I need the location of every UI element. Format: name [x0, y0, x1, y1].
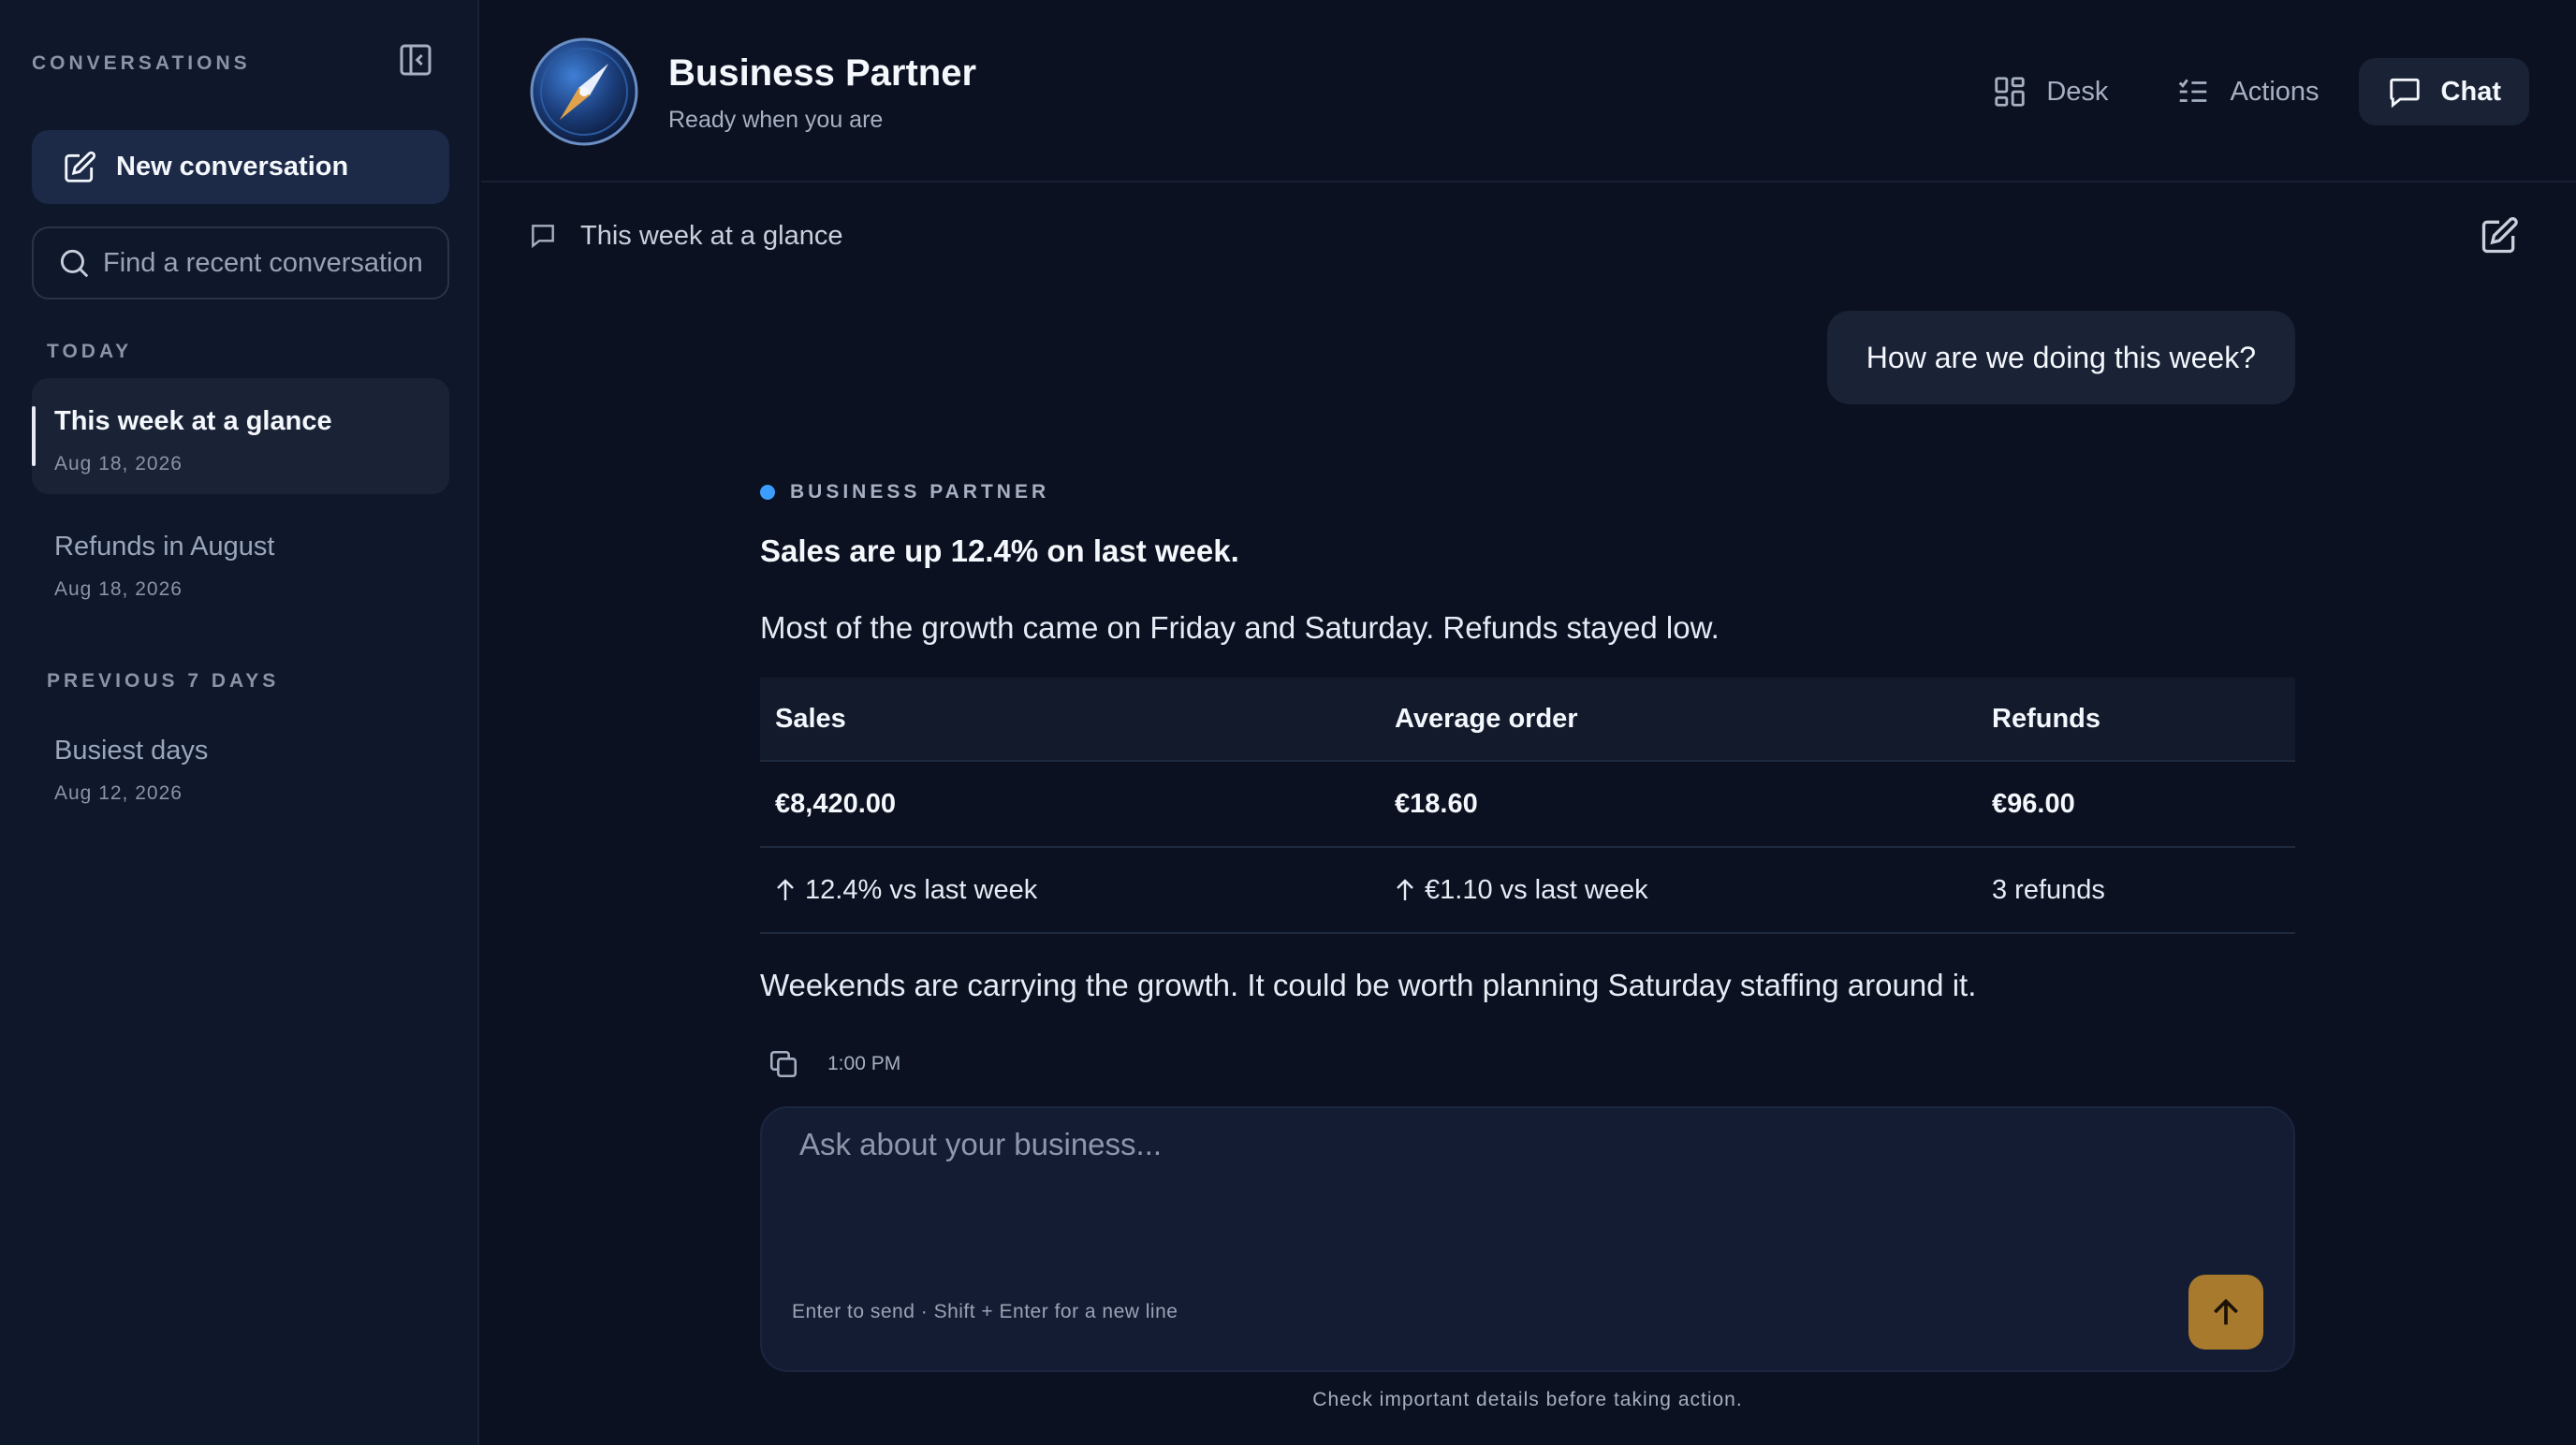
nav-desk-button[interactable]: Desk: [1964, 58, 2136, 125]
sidebar: CONVERSATIONS New conversation Find a re…: [0, 0, 479, 1445]
send-button[interactable]: [2188, 1275, 2263, 1350]
new-conversation-button[interactable]: New conversation: [32, 130, 449, 204]
grid-icon: [1995, 77, 2026, 107]
assistant-reply: BUSINESS PARTNER Sales are up 12.4% on l…: [760, 475, 2295, 1078]
group-label-previous-7-days: PREVIOUS 7 DAYS: [47, 670, 280, 692]
table-cell: €1.10 vs last week: [1395, 848, 1648, 932]
new-conversation-label: New conversation: [116, 152, 349, 182]
nav-chat-label: Chat: [2440, 76, 2501, 107]
arrow-up-icon: [1397, 879, 1413, 900]
message-composer: Enter to send · Shift + Enter for a new …: [760, 1106, 2295, 1372]
conversation-item-title: Refunds in August: [54, 532, 275, 562]
conversation-item-refunds[interactable]: Refunds in August Aug 18, 2026: [32, 504, 449, 620]
table-row: 12.4% vs last week €1.10 vs last week 3 …: [760, 848, 2295, 934]
message-icon: [532, 225, 554, 249]
app-subtitle: Ready when you are: [668, 107, 884, 133]
sidebar-collapse-icon: [400, 44, 432, 76]
conversation-item-title: Busiest days: [54, 736, 209, 766]
conversation-item-busiest-days[interactable]: Busiest days Aug 12, 2026: [32, 708, 449, 824]
metrics-table: Sales Average order Refunds €8,420.00 €1…: [760, 678, 2295, 934]
table-cell: €8,420.00: [775, 788, 897, 819]
table-header-cell: Average order: [1395, 703, 1578, 734]
app-root: CONVERSATIONS New conversation Find a re…: [0, 0, 2576, 1445]
reply-closing: Weekends are carrying the growth. It cou…: [760, 968, 1977, 1002]
reply-author-label: BUSINESS PARTNER: [790, 481, 1050, 503]
user-message-text: How are we doing this week?: [1866, 340, 2256, 374]
reply-headline: Sales are up 12.4% on last week.: [760, 533, 1239, 568]
collapse-sidebar-button[interactable]: [397, 41, 434, 79]
user-message-bubble: How are we doing this week?: [1826, 311, 2295, 404]
compass-icon: [530, 37, 638, 146]
search-input[interactable]: [103, 247, 449, 279]
edit-conversation-button[interactable]: [2479, 215, 2520, 256]
top-nav: Desk Actions Chat: [1953, 58, 2529, 125]
conversation-item-date: Aug 18, 2026: [54, 578, 183, 600]
table-cell: 12.4% vs last week: [775, 848, 1037, 932]
sidebar-header: CONVERSATIONS: [32, 44, 449, 77]
conversation-item-date: Aug 18, 2026: [54, 453, 183, 474]
list-check-icon: [2179, 79, 2207, 102]
change-text: €1.10 vs last week: [1425, 874, 1648, 905]
group-label-today: TODAY: [47, 341, 133, 362]
conversation-header: This week at a glance: [528, 217, 842, 255]
nav-actions-button[interactable]: Actions: [2147, 58, 2347, 125]
reply-timestamp: 1:00 PM: [827, 1053, 901, 1074]
nav-actions-label: Actions: [2230, 76, 2320, 107]
message-input[interactable]: [799, 1127, 2203, 1258]
status-dot: [760, 485, 775, 500]
main-panel: Business Partner Ready when you are Desk: [481, 0, 2576, 1445]
reply-meta: 1:00 PM: [768, 1048, 900, 1080]
search-icon: [60, 249, 89, 278]
table-row: €8,420.00 €18.60 €96.00: [760, 762, 2295, 848]
nav-desk-label: Desk: [2046, 76, 2109, 107]
chat-icon: [2389, 78, 2420, 109]
copy-icon[interactable]: [768, 1048, 799, 1080]
reply-intro: Most of the growth came on Friday and Sa…: [760, 610, 1720, 645]
nav-chat-button[interactable]: Chat: [2358, 58, 2529, 125]
table-header-cell: Sales: [775, 703, 846, 734]
disclaimer-note: Check important details before taking ac…: [1312, 1389, 1743, 1410]
top-bar: Business Partner Ready when you are Desk: [481, 0, 2576, 182]
active-indicator: [32, 406, 36, 466]
table-cell: €96.00: [1992, 788, 2075, 819]
arrow-up-icon: [2214, 1298, 2238, 1325]
sidebar-title: CONVERSATIONS: [32, 52, 251, 74]
compass-logo: [528, 36, 640, 148]
table-header-cell: Refunds: [1992, 703, 2100, 734]
composer-hint: Enter to send · Shift + Enter for a new …: [792, 1301, 1178, 1322]
edit-icon: [2481, 217, 2518, 254]
conversation-item-this-week[interactable]: This week at a glance Aug 18, 2026: [32, 378, 449, 494]
app-title: Business Partner: [668, 52, 977, 94]
conversation-item-date: Aug 12, 2026: [54, 782, 183, 804]
search-box: [32, 226, 449, 299]
change-text: 12.4% vs last week: [805, 874, 1038, 905]
arrow-up-icon: [777, 879, 794, 900]
conversation-title: This week at a glance: [580, 220, 843, 251]
table-header-row: Sales Average order Refunds: [760, 678, 2295, 762]
table-cell: €18.60: [1395, 788, 1478, 819]
table-cell: 3 refunds: [1992, 874, 2105, 905]
compose-icon: [65, 151, 96, 182]
reply-author-tag: BUSINESS PARTNER: [760, 475, 2295, 509]
conversation-item-title: This week at a glance: [54, 406, 332, 436]
